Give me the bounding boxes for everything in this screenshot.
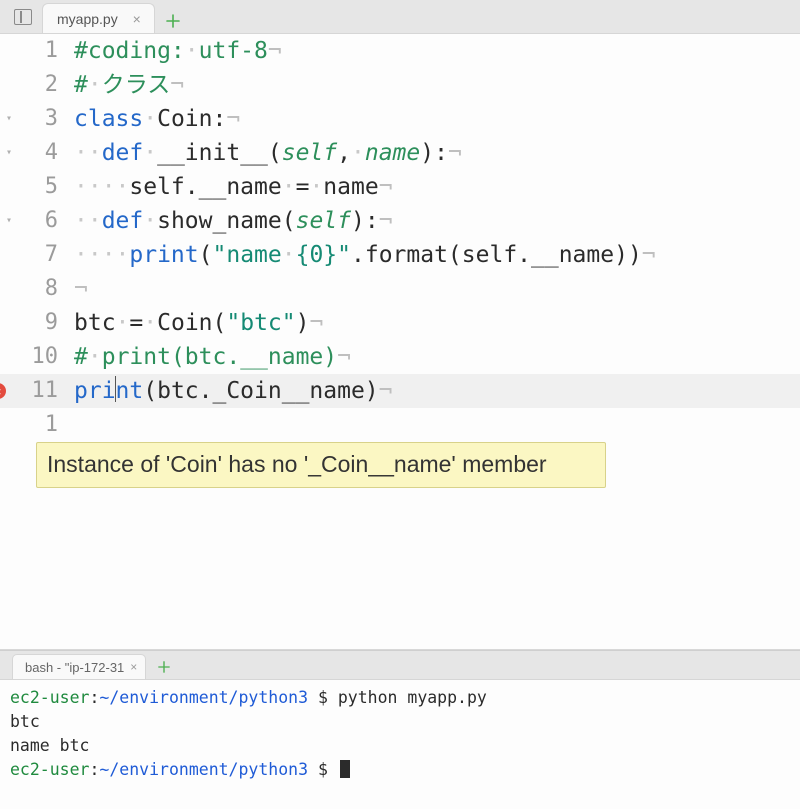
code-text[interactable]: #coding:·utf-8¬: [70, 34, 800, 68]
terminal-output-line: btc: [10, 710, 790, 734]
fold-icon[interactable]: ▾: [6, 136, 12, 170]
terminal-tab[interactable]: bash - "ip-172-31 ×: [12, 654, 146, 679]
panel-toggle-icon[interactable]: [4, 0, 42, 33]
code-text[interactable]: [70, 408, 800, 442]
code-text[interactable]: ····print("name·{0}".format(self.__name)…: [70, 238, 800, 272]
terminal-prompt-line[interactable]: ec2-user:~/environment/python3 $ python …: [10, 686, 790, 710]
line-gutter[interactable]: 1: [0, 408, 70, 442]
close-icon[interactable]: ×: [130, 11, 144, 27]
fold-icon[interactable]: ▾: [6, 204, 12, 238]
line-gutter[interactable]: 11✕: [0, 374, 70, 408]
code-line[interactable]: 7····print("name·{0}".format(self.__name…: [0, 238, 800, 272]
code-line[interactable]: 11✕print(btc._Coin__name)¬: [0, 374, 800, 408]
code-line[interactable]: 2#·クラス¬: [0, 68, 800, 102]
line-gutter[interactable]: 4▾: [0, 136, 70, 170]
terminal-output[interactable]: ec2-user:~/environment/python3 $ python …: [0, 680, 800, 809]
line-gutter[interactable]: 5: [0, 170, 70, 204]
line-gutter[interactable]: 1: [0, 34, 70, 68]
code-line[interactable]: 9btc·=·Coin("btc")¬: [0, 306, 800, 340]
terminal-pane: bash - "ip-172-31 × ec2-user:~/environme…: [0, 650, 800, 809]
code-line[interactable]: 8¬: [0, 272, 800, 306]
code-text[interactable]: class·Coin:¬: [70, 102, 800, 136]
code-text[interactable]: ··def·__init__(self,·name):¬: [70, 136, 800, 170]
code-editor[interactable]: 1#coding:·utf-8¬2#·クラス¬3▾class·Coin:¬4▾·…: [0, 34, 800, 649]
terminal-cursor: [340, 760, 350, 778]
code-line[interactable]: 4▾··def·__init__(self,·name):¬: [0, 136, 800, 170]
editor-pane: myapp.py × 1#coding:·utf-8¬2#·クラス¬3▾clas…: [0, 0, 800, 650]
line-gutter[interactable]: 8: [0, 272, 70, 306]
fold-icon[interactable]: ▾: [6, 102, 12, 136]
code-line[interactable]: 5····self.__name·=·name¬: [0, 170, 800, 204]
code-text[interactable]: btc·=·Coin("btc")¬: [70, 306, 800, 340]
error-icon[interactable]: ✕: [0, 383, 6, 399]
code-line[interactable]: 10#·print(btc.__name)¬: [0, 340, 800, 374]
add-terminal-tab-button[interactable]: [152, 655, 176, 679]
code-text[interactable]: #·クラス¬: [70, 68, 800, 102]
terminal-prompt-line[interactable]: ec2-user:~/environment/python3 $: [10, 758, 790, 782]
code-line[interactable]: 1: [0, 408, 800, 442]
code-text[interactable]: ¬: [70, 272, 800, 306]
code-text[interactable]: ··def·show_name(self):¬: [70, 204, 800, 238]
code-text[interactable]: #·print(btc.__name)¬: [70, 340, 800, 374]
code-text[interactable]: print(btc._Coin__name)¬: [70, 374, 800, 408]
line-gutter[interactable]: 6▾: [0, 204, 70, 238]
editor-tab[interactable]: myapp.py ×: [42, 3, 155, 33]
close-icon[interactable]: ×: [130, 660, 137, 674]
line-gutter[interactable]: 10: [0, 340, 70, 374]
line-gutter[interactable]: 9: [0, 306, 70, 340]
lint-tooltip: Instance of 'Coin' has no '_Coin__name' …: [36, 442, 606, 488]
terminal-output-line: name btc: [10, 734, 790, 758]
line-gutter[interactable]: 3▾: [0, 102, 70, 136]
add-tab-button[interactable]: [161, 9, 185, 33]
terminal-tab-label: bash - "ip-172-31: [25, 660, 124, 675]
code-line[interactable]: 3▾class·Coin:¬: [0, 102, 800, 136]
line-gutter[interactable]: 7: [0, 238, 70, 272]
code-text[interactable]: ····self.__name·=·name¬: [70, 170, 800, 204]
terminal-tab-bar: bash - "ip-172-31 ×: [0, 651, 800, 680]
line-gutter[interactable]: 2: [0, 68, 70, 102]
code-line[interactable]: 1#coding:·utf-8¬: [0, 34, 800, 68]
editor-tab-bar: myapp.py ×: [0, 0, 800, 34]
code-line[interactable]: 6▾··def·show_name(self):¬: [0, 204, 800, 238]
editor-tab-label: myapp.py: [57, 11, 118, 27]
